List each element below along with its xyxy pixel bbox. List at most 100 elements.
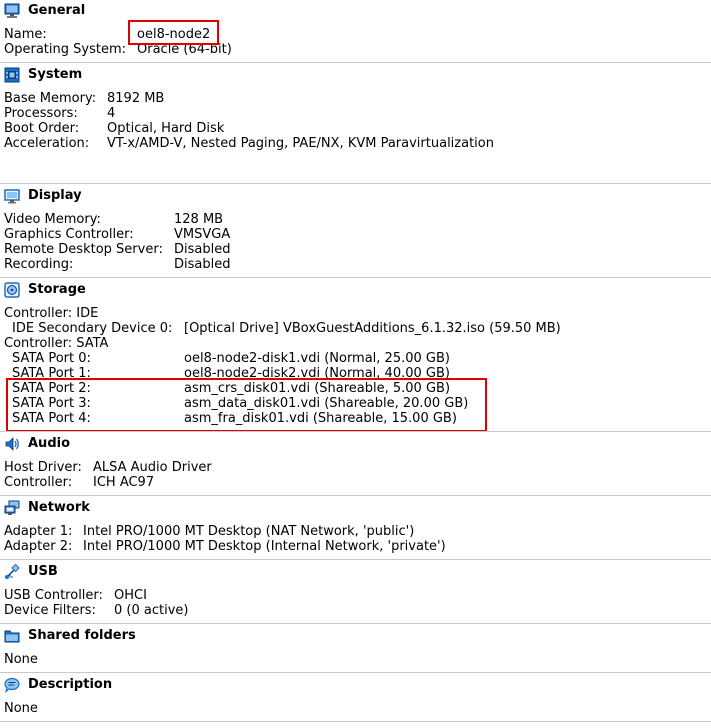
section-display-title: Display (28, 188, 82, 203)
section-shared-folders: Shared folders None (0, 625, 711, 672)
usb-device-filters-label: Device Filters: (4, 603, 96, 618)
network-adapter-2-value: Intel PRO/1000 MT Desktop (Internal Netw… (83, 539, 446, 554)
section-storage-header[interactable]: Storage (0, 279, 711, 303)
name-highlight-box (128, 20, 219, 45)
system-acceleration-value: VT-x/AMD-V, Nested Paging, PAE/NX, KVM P… (107, 136, 494, 151)
display-remote-desktop-value: Disabled (174, 242, 231, 257)
separator (0, 721, 711, 722)
storage-sata-port-0-label: SATA Port 0: (12, 351, 91, 366)
general-os-label: Operating System: (4, 42, 126, 57)
network-adapter-1-value: Intel PRO/1000 MT Desktop (NAT Network, … (83, 524, 415, 539)
shared-folders-value: None (4, 652, 38, 667)
system-processors-value: 4 (107, 106, 116, 121)
separator (0, 277, 711, 278)
storage-icon (4, 282, 20, 298)
separator (0, 672, 711, 673)
section-audio-title: Audio (28, 436, 71, 451)
network-adapter-2-label: Adapter 2: (4, 539, 73, 554)
separator (0, 431, 711, 432)
system-row-acceleration: Acceleration: VT-x/AMD-V, Nested Paging,… (0, 136, 711, 151)
chip-icon (4, 67, 20, 83)
storage-row-sata-port-0: SATA Port 0: oel8-node2-disk1.vdi (Norma… (0, 351, 711, 366)
section-system: System Base Memory: 8192 MB Processors: … (0, 64, 711, 182)
section-description-title: Description (28, 677, 113, 692)
audio-host-driver-value: ALSA Audio Driver (93, 460, 212, 475)
separator (0, 559, 711, 560)
display-remote-desktop-label: Remote Desktop Server: (4, 242, 163, 257)
display-row-recording: Recording: Disabled (0, 257, 711, 272)
section-general-header[interactable]: General (0, 0, 711, 24)
section-display-header[interactable]: Display (0, 185, 711, 209)
section-general-title: General (28, 3, 86, 18)
display-video-memory-value: 128 MB (174, 212, 224, 227)
system-boot-order-value: Optical, Hard Disk (107, 121, 225, 136)
usb-controller-label: USB Controller: (4, 588, 103, 603)
shared-folders-row: None (0, 652, 711, 667)
speaker-icon (4, 436, 20, 452)
section-shared-folders-title: Shared folders (28, 628, 136, 643)
network-row-adapter-1: Adapter 1: Intel PRO/1000 MT Desktop (NA… (0, 524, 711, 539)
storage-row-ide-secondary: IDE Secondary Device 0: [Optical Drive] … (0, 321, 711, 336)
audio-row-host-driver: Host Driver: ALSA Audio Driver (0, 460, 711, 475)
audio-row-controller: Controller: ICH AC97 (0, 475, 711, 490)
display-graphics-controller-value: VMSVGA (174, 227, 231, 242)
system-row-memory: Base Memory: 8192 MB (0, 91, 711, 106)
system-row-processors: Processors: 4 (0, 106, 711, 121)
system-processors-label: Processors: (4, 106, 78, 121)
storage-row-controller-sata: Controller: SATA (0, 336, 711, 351)
section-network: Network Adapter 1: Intel PRO/1000 MT Des… (0, 497, 711, 559)
storage-controller-ide-label: Controller: IDE (4, 306, 99, 321)
storage-sata-port-0-value: oel8-node2-disk1.vdi (Normal, 25.00 GB) (184, 351, 450, 366)
section-description-header[interactable]: Description (0, 674, 711, 698)
storage-controller-sata-label: Controller: SATA (4, 336, 109, 351)
section-network-header[interactable]: Network (0, 497, 711, 521)
system-row-boot-order: Boot Order: Optical, Hard Disk (0, 121, 711, 136)
section-audio-header[interactable]: Audio (0, 433, 711, 457)
display-graphics-controller-label: Graphics Controller: (4, 227, 134, 242)
section-system-header[interactable]: System (0, 64, 711, 88)
usb-controller-value: OHCI (114, 588, 147, 603)
system-acceleration-label: Acceleration: (4, 136, 90, 151)
network-adapter-1-label: Adapter 1: (4, 524, 73, 539)
general-row-name: Name: oel8-node2 (0, 27, 711, 42)
section-audio: Audio Host Driver: ALSA Audio Driver Con… (0, 433, 711, 495)
section-usb-title: USB (28, 564, 58, 579)
section-network-title: Network (28, 500, 90, 515)
display-video-memory-label: Video Memory: (4, 212, 101, 227)
display-row-video-memory: Video Memory: 128 MB (0, 212, 711, 227)
system-memory-label: Base Memory: (4, 91, 97, 106)
section-shared-folders-header[interactable]: Shared folders (0, 625, 711, 649)
separator (0, 62, 711, 63)
separator (0, 183, 711, 184)
section-storage-title: Storage (28, 282, 86, 297)
network-row-adapter-2: Adapter 2: Intel PRO/1000 MT Desktop (In… (0, 539, 711, 554)
audio-controller-label: Controller: (4, 475, 73, 490)
speech-bubble-icon (4, 677, 20, 693)
storage-ide-secondary-label: IDE Secondary Device 0: (12, 321, 173, 336)
display-icon (4, 188, 20, 204)
display-recording-value: Disabled (174, 257, 231, 272)
shared-disks-highlight-box (6, 378, 487, 432)
audio-host-driver-label: Host Driver: (4, 460, 82, 475)
general-row-os: Operating System: Oracle (64-bit) (0, 42, 711, 57)
usb-device-filters-value: 0 (0 active) (114, 603, 189, 618)
display-row-remote-desktop: Remote Desktop Server: Disabled (0, 242, 711, 257)
usb-row-controller: USB Controller: OHCI (0, 588, 711, 603)
section-system-title: System (28, 67, 83, 82)
usb-icon (4, 564, 20, 580)
separator (0, 495, 711, 496)
storage-ide-secondary-value: [Optical Drive] VBoxGuestAdditions_6.1.3… (184, 321, 561, 336)
description-row: None (0, 701, 711, 716)
usb-row-device-filters: Device Filters: 0 (0 active) (0, 603, 711, 618)
section-general: General Name: oel8-node2 Operating Syste… (0, 0, 711, 62)
separator (0, 623, 711, 624)
network-icon (4, 500, 20, 516)
section-usb-header[interactable]: USB (0, 561, 711, 585)
section-description: Description None (0, 674, 711, 721)
folder-icon (4, 628, 20, 644)
section-usb: USB USB Controller: OHCI Device Filters:… (0, 561, 711, 623)
section-display: Display Video Memory: 128 MB Graphics Co… (0, 185, 711, 277)
storage-row-controller-ide: Controller: IDE (0, 306, 711, 321)
audio-controller-value: ICH AC97 (93, 475, 155, 490)
description-value: None (4, 701, 38, 716)
